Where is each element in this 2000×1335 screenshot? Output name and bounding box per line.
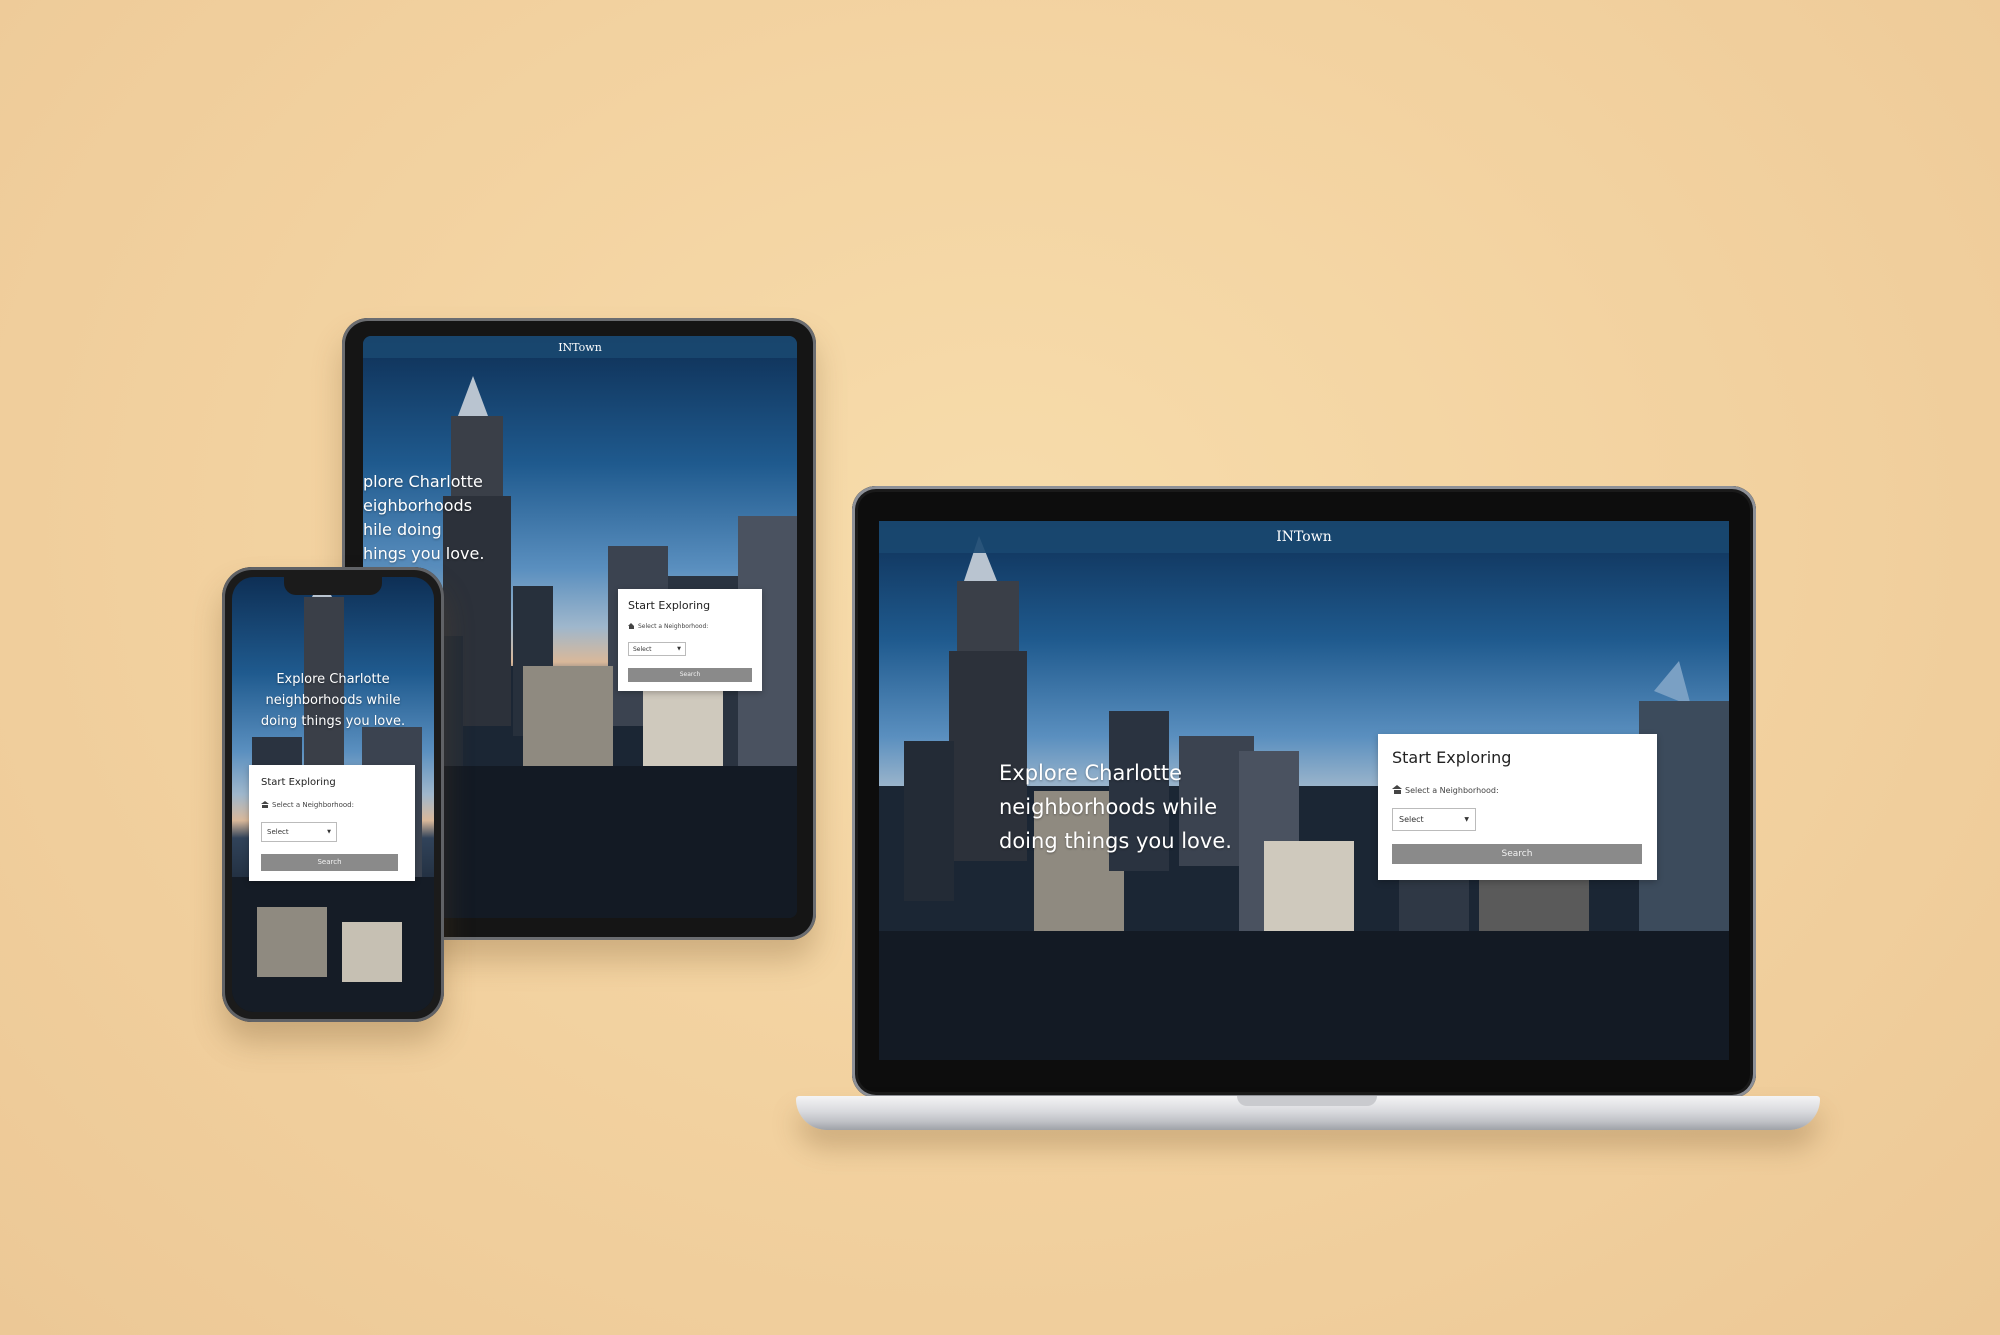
home-icon — [261, 801, 269, 809]
hero-line: eighborhoods — [363, 496, 473, 515]
hero-text: Explore Charlotte neighborhoods while do… — [232, 669, 434, 732]
start-exploring-card: Start Exploring Select a Neighborhood: S… — [1378, 734, 1657, 880]
site-navbar: INTown — [879, 521, 1729, 553]
search-button[interactable]: Search — [261, 854, 398, 871]
neighborhood-select[interactable]: Select ▼ — [628, 642, 686, 656]
chevron-down-icon: ▼ — [327, 829, 331, 835]
home-icon — [1392, 785, 1402, 795]
hero-line: doing things you love. — [260, 714, 406, 729]
neighborhood-label-text: Select a Neighborhood: — [638, 623, 709, 630]
start-exploring-card: Start Exploring Select a Neighborhood: S… — [249, 765, 415, 881]
neighborhood-label-text: Select a Neighborhood: — [1405, 785, 1499, 795]
hero-line: plore Charlotte — [363, 472, 483, 491]
hero-text: plore Charlotte eighborhoods hile doing … — [363, 470, 523, 566]
hero-line: doing things you love. — [999, 829, 1232, 853]
card-title: Start Exploring — [1392, 748, 1512, 767]
neighborhood-label-text: Select a Neighborhood: — [272, 801, 354, 809]
site-navbar: INTown — [363, 336, 797, 358]
hero-line: hings you love. — [363, 544, 485, 563]
start-exploring-card: Start Exploring Select a Neighborhood: S… — [618, 589, 762, 691]
card-title: Start Exploring — [261, 777, 336, 788]
home-icon — [628, 623, 635, 630]
laptop-trackpad-notch — [1237, 1096, 1377, 1106]
neighborhood-label: Select a Neighborhood: — [628, 623, 708, 630]
neighborhood-select[interactable]: Select ▼ — [261, 822, 337, 842]
search-button[interactable]: Search — [1392, 844, 1642, 864]
laptop-screen: INTown Explore Charlotte neighborhoods w… — [879, 521, 1729, 1060]
phone-notch — [284, 577, 382, 595]
neighborhood-label: Select a Neighborhood: — [261, 801, 354, 809]
hero-line: Explore Charlotte — [999, 761, 1183, 785]
phone-screen: Explore Charlotte neighborhoods while do… — [232, 577, 434, 1012]
chevron-down-icon: ▼ — [677, 646, 681, 652]
select-value: Select — [267, 828, 289, 836]
brand-logo[interactable]: INTown — [558, 341, 602, 354]
hero-line: neighborhoods while — [999, 795, 1218, 819]
chevron-down-icon: ▼ — [1464, 816, 1469, 823]
select-value: Select — [633, 645, 652, 653]
select-value: Select — [1399, 815, 1424, 824]
card-title: Start Exploring — [628, 599, 711, 612]
hero-line: Explore Charlotte — [276, 672, 390, 687]
hero-text: Explore Charlotte neighborhoods while do… — [999, 756, 1259, 858]
brand-logo[interactable]: INTown — [1276, 529, 1331, 545]
hero-line: neighborhoods while — [265, 693, 401, 708]
neighborhood-label: Select a Neighborhood: — [1392, 785, 1499, 795]
neighborhood-select[interactable]: Select ▼ — [1392, 808, 1476, 831]
hero-line: hile doing — [363, 520, 442, 539]
search-button[interactable]: Search — [628, 668, 752, 682]
